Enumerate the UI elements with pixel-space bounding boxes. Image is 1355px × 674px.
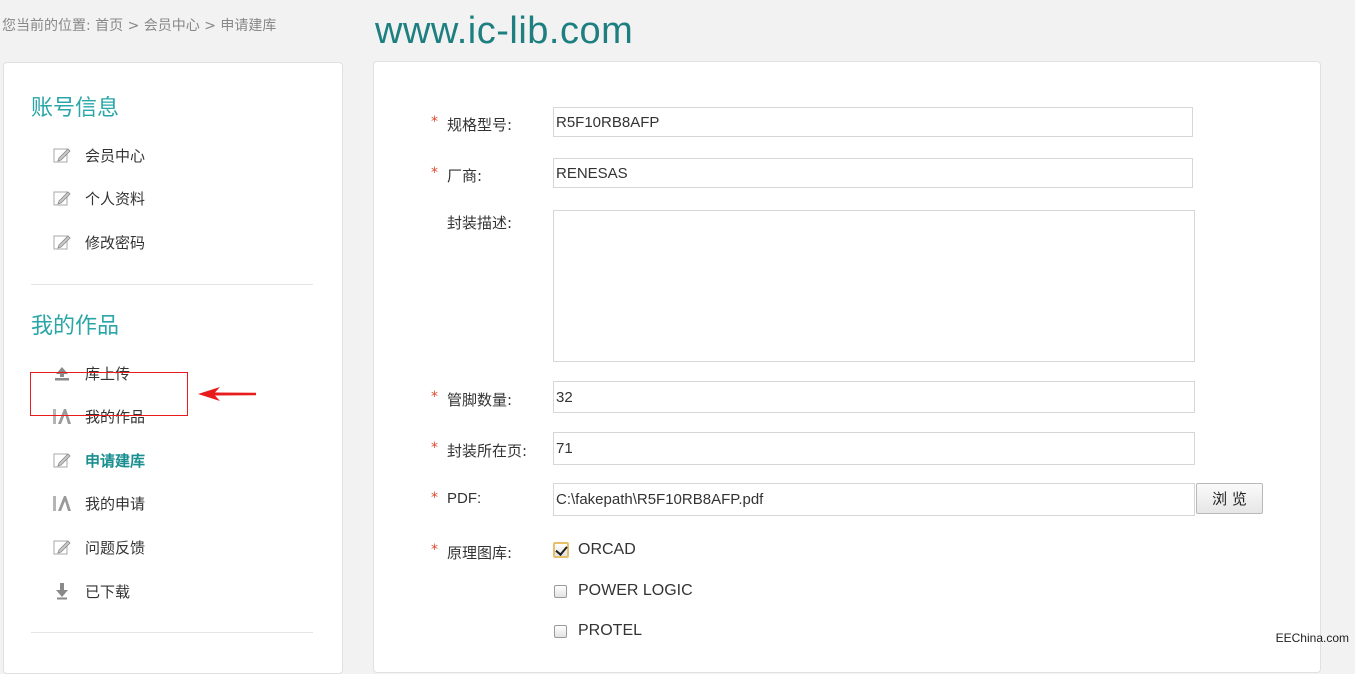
edit-icon: [51, 145, 73, 165]
edit-icon: [51, 450, 73, 470]
checkbox-label: PROTEL: [578, 622, 643, 639]
package-desc-textarea[interactable]: [553, 210, 1195, 362]
sidebar: 账号信息 会员中心 个人资料 修改密码 我的作品 库上传 我的作品 申请建库 我…: [3, 62, 343, 674]
sidebar-item-label: 问题反馈: [85, 538, 146, 557]
highlight-annotation-box: [30, 372, 188, 416]
sidebar-item-apply-library[interactable]: 申请建库: [51, 449, 145, 471]
sidebar-item-downloaded[interactable]: 已下载: [51, 580, 130, 602]
works-section-title: 我的作品: [31, 314, 120, 339]
schematic-library-label: 原理图库:: [447, 544, 513, 562]
package-desc-label: 封装描述:: [447, 214, 513, 232]
package-page-label: 封装所在页:: [447, 442, 528, 460]
required-mark: *: [431, 440, 438, 456]
sidebar-item-label: 修改密码: [85, 233, 146, 252]
required-mark: *: [431, 542, 438, 558]
sidebar-divider: [31, 632, 313, 633]
part-number-label: 规格型号:: [447, 116, 513, 134]
source-watermark: EEChina.com: [1275, 631, 1349, 645]
pin-count-label: 管脚数量:: [447, 391, 513, 409]
browse-button[interactable]: 浏 览: [1196, 483, 1263, 514]
edit-icon: [51, 232, 73, 252]
checkbox-label: ORCAD: [578, 541, 636, 558]
manufacturer-label: 厂商:: [447, 167, 483, 185]
checkbox[interactable]: [554, 624, 567, 638]
sidebar-item-feedback[interactable]: 问题反馈: [51, 536, 145, 558]
sidebar-item-member-center[interactable]: 会员中心: [51, 144, 145, 166]
sidebar-divider: [31, 284, 313, 285]
checkbox[interactable]: [554, 584, 567, 598]
sidebar-item-label: 申请建库: [85, 451, 146, 470]
apply-library-form: * 规格型号: * 厂商: 封装描述: * 管脚数量: * 封装所在页: * P…: [373, 61, 1321, 673]
chart-icon: [51, 493, 73, 513]
required-mark: *: [431, 389, 438, 405]
manufacturer-input[interactable]: [553, 158, 1193, 188]
sidebar-item-label: 个人资料: [85, 189, 146, 208]
sidebar-item-change-password[interactable]: 修改密码: [51, 231, 145, 253]
edit-icon: [51, 537, 73, 557]
schematic-option-protel[interactable]: PROTEL: [554, 622, 642, 640]
red-arrow-icon: [198, 387, 256, 401]
schematic-option-power-logic[interactable]: POWER LOGIC: [554, 582, 693, 600]
site-watermark: www.ic-lib.com: [375, 10, 634, 52]
edit-icon: [51, 188, 73, 208]
sidebar-item-label: 会员中心: [85, 146, 146, 165]
required-mark: *: [431, 114, 438, 130]
sidebar-item-label: 我的申请: [85, 494, 146, 513]
package-page-input[interactable]: [553, 432, 1195, 465]
required-mark: *: [431, 490, 438, 506]
pdf-path-input[interactable]: [553, 483, 1195, 516]
schematic-option-orcad[interactable]: ORCAD: [553, 541, 636, 559]
sidebar-item-my-applications[interactable]: 我的申请: [51, 492, 145, 514]
download-icon: [51, 581, 73, 601]
pin-count-input[interactable]: [553, 381, 1195, 413]
checkbox-checked[interactable]: [553, 542, 569, 558]
checkbox-label: POWER LOGIC: [578, 582, 693, 599]
pdf-label: PDF:: [447, 490, 482, 507]
sidebar-item-label: 已下载: [85, 582, 131, 601]
part-number-input[interactable]: [553, 107, 1193, 137]
required-mark: *: [431, 165, 438, 181]
sidebar-item-profile[interactable]: 个人资料: [51, 187, 145, 209]
account-section-title: 账号信息: [31, 96, 120, 121]
breadcrumb: 您当前的位置: 首页 > 会员中心 > 申请建库: [2, 18, 277, 34]
